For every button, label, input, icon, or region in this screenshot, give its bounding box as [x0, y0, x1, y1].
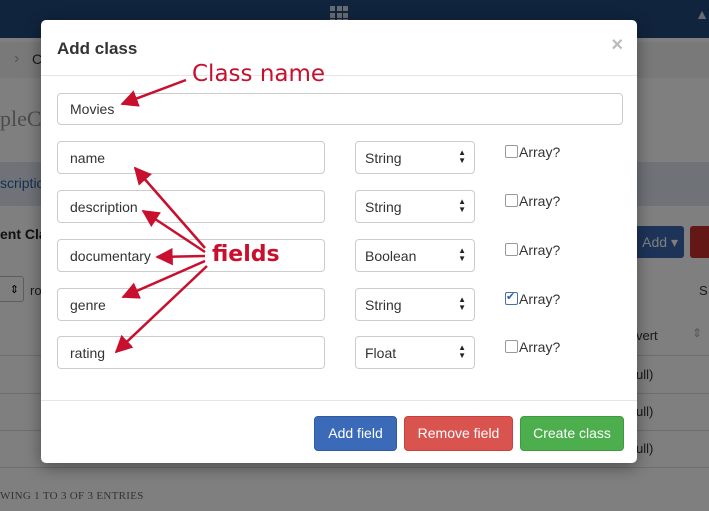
array-checkbox[interactable]: Array?	[505, 144, 560, 160]
field-name-input[interactable]	[57, 190, 325, 223]
field-type-value: String	[365, 199, 402, 215]
select-arrows-icon: ▲ ▼	[458, 148, 466, 165]
array-checkbox[interactable]: Array?	[505, 242, 560, 258]
field-type-select[interactable]: Float ▲ ▼	[355, 336, 475, 369]
add-class-modal: Add class × String ▲▼ Array? String ▲▼ A…	[41, 20, 637, 463]
select-arrows-icon: ▲ ▼	[458, 295, 466, 312]
field-name-input[interactable]	[57, 288, 325, 321]
modal-header-divider	[41, 75, 637, 76]
field-type-select[interactable]: String ▲ ▼	[355, 190, 475, 223]
checkbox-box[interactable]	[505, 194, 518, 207]
field-row: String ▲▼ Array?	[57, 141, 623, 174]
array-label: Array?	[519, 339, 561, 355]
array-label: Array?	[519, 291, 561, 307]
field-type-select[interactable]: String ▲ ▼	[355, 288, 475, 321]
class-name-annotation: Class name	[192, 61, 326, 87]
add-field-button[interactable]: Add field	[314, 416, 397, 451]
field-row: String ▲▼ Array?	[57, 288, 623, 321]
field-type-value: Boolean	[365, 248, 417, 264]
select-arrows-icon: ▲ ▼	[458, 197, 466, 214]
close-icon[interactable]: ×	[611, 34, 623, 57]
array-label: Array?	[519, 144, 561, 160]
field-type-select[interactable]: Boolean ▲ ▼	[355, 239, 475, 272]
field-row: Boolean ▲▼ Array?	[57, 239, 623, 272]
field-type-select[interactable]: String ▲ ▼	[355, 141, 475, 174]
remove-field-button[interactable]: Remove field	[404, 416, 513, 451]
array-label: Array?	[519, 193, 561, 209]
field-type-value: String	[365, 297, 402, 313]
checkbox-box-checked[interactable]	[505, 290, 518, 305]
field-row: String ▲▼ Array?	[57, 190, 623, 223]
array-label: Array?	[519, 242, 561, 258]
field-name-input[interactable]	[57, 336, 325, 369]
fields-annotation: fields	[212, 242, 280, 267]
select-arrows-icon: ▲ ▼	[458, 343, 466, 360]
field-name-input[interactable]	[57, 239, 325, 272]
checkbox-box[interactable]	[505, 340, 518, 353]
class-name-input[interactable]	[57, 93, 623, 125]
field-type-value: String	[365, 150, 402, 166]
create-class-button[interactable]: Create class	[520, 416, 624, 451]
field-row: Float ▲▼ Array?	[57, 336, 623, 369]
checkbox-box[interactable]	[505, 145, 518, 158]
array-checkbox[interactable]: Array?	[505, 193, 560, 209]
checkbox-box[interactable]	[505, 243, 518, 256]
modal-title: Add class	[57, 39, 138, 58]
select-arrows-icon: ▲ ▼	[458, 246, 466, 263]
array-checkbox[interactable]: Array?	[505, 290, 561, 307]
field-type-value: Float	[365, 345, 397, 361]
modal-footer-divider	[41, 400, 637, 401]
field-name-input[interactable]	[57, 141, 325, 174]
array-checkbox[interactable]: Array?	[505, 339, 560, 355]
